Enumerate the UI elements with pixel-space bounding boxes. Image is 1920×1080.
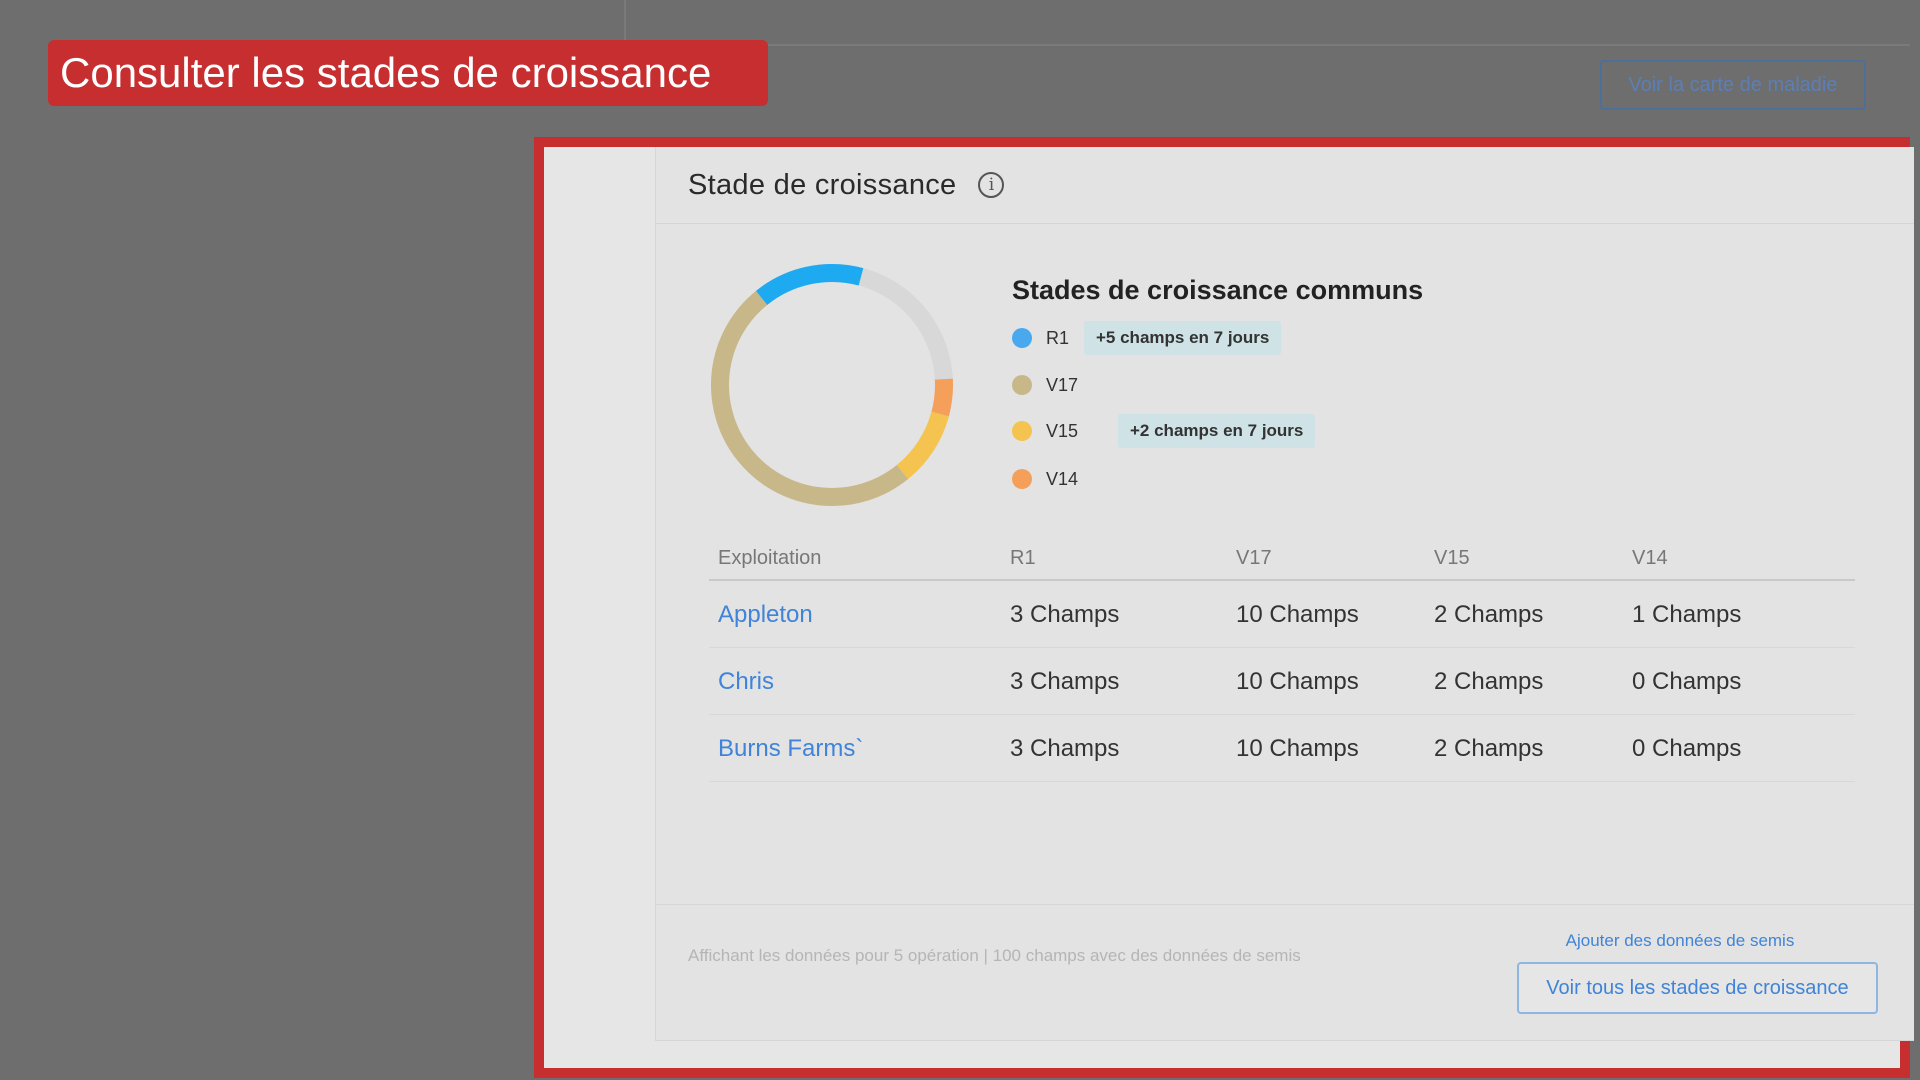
legend-dot (1012, 421, 1032, 441)
column-header: V17 (1236, 547, 1272, 569)
column-header: V15 (1434, 547, 1470, 569)
table-row: Appleton 3 Champs 10 Champs 2 Champs 1 C… (709, 581, 1855, 648)
legend-label: V17 (1046, 374, 1079, 395)
table-cell: 2 Champs (1434, 601, 1544, 628)
legend-badge: +5 champs en 7 jours (1084, 321, 1282, 355)
view-all-growth-stages-button[interactable]: Voir tous les stades de croissance (1517, 962, 1878, 1014)
donut-slice-v14 (931, 378, 953, 417)
legend-label: V14 (1046, 468, 1079, 489)
legend-item-r1: R1 +5 champs en 7 jours (1012, 321, 1282, 355)
info-icon[interactable]: i (978, 172, 1005, 198)
table-cell: 10 Champs (1236, 601, 1359, 628)
growth-stage-card: Stade de croissance i Stades de croissan… (655, 147, 1914, 1041)
donut-slice-v17 (711, 290, 909, 506)
legend-item-v14: V14 (1012, 462, 1084, 496)
farm-link[interactable]: Chris (718, 668, 774, 696)
legend-label: V15 (1046, 420, 1079, 441)
farm-stage-table: Exploitation R1 V17 V15 V14 Appleton 3 C… (709, 539, 1855, 782)
farm-link[interactable]: Burns Farms` (718, 735, 863, 763)
footer-divider (656, 904, 1914, 905)
table-cell: 2 Champs (1434, 735, 1544, 762)
legend-dot (1012, 469, 1032, 489)
background-divider (648, 44, 1910, 46)
table-cell: 0 Champs (1632, 668, 1742, 695)
table-cell: 10 Champs (1236, 735, 1359, 762)
tutorial-callout: Consulter les stades de croissance (48, 40, 768, 106)
table-row: Burns Farms` 3 Champs 10 Champs 2 Champs… (709, 715, 1855, 782)
legend-dot (1012, 328, 1032, 348)
table-cell: 3 Champs (1010, 735, 1120, 762)
legend-label: R1 (1046, 327, 1070, 348)
table-cell: 2 Champs (1434, 668, 1544, 695)
table-cell: 1 Champs (1632, 601, 1742, 628)
legend-badge: +2 champs en 7 jours (1118, 414, 1316, 448)
column-header: V14 (1632, 547, 1668, 569)
footer-note: Affichant les données pour 5 opération |… (688, 946, 1301, 965)
column-header: R1 (1010, 547, 1036, 569)
add-seeding-data-link[interactable]: Ajouter des données de semis (1550, 931, 1810, 951)
table-row: Chris 3 Champs 10 Champs 2 Champs 0 Cham… (709, 648, 1855, 715)
card-title: Stade de croissance (688, 168, 957, 201)
legend-item-v15: V15 +2 champs en 7 jours (1012, 414, 1316, 448)
card-header: Stade de croissance i (656, 147, 1914, 224)
donut-slice-v15 (896, 411, 949, 480)
table-cell: 10 Champs (1236, 668, 1359, 695)
growth-stage-donut-chart (711, 264, 953, 506)
legend-title: Stades de croissance communs (1012, 275, 1424, 305)
table-header: Exploitation R1 V17 V15 V14 (709, 539, 1855, 581)
disease-map-button[interactable]: Voir la carte de maladie (1600, 60, 1866, 110)
donut-slice-r1 (755, 264, 864, 306)
legend-dot (1012, 375, 1032, 395)
table-cell: 0 Champs (1632, 735, 1742, 762)
table-cell: 3 Champs (1010, 601, 1120, 628)
highlight-frame: Stade de croissance i Stades de croissan… (534, 137, 1914, 1078)
farm-link[interactable]: Appleton (718, 601, 813, 629)
table-cell: 3 Champs (1010, 668, 1120, 695)
legend-item-v17: V17 (1012, 368, 1084, 402)
column-header: Exploitation (718, 547, 822, 569)
